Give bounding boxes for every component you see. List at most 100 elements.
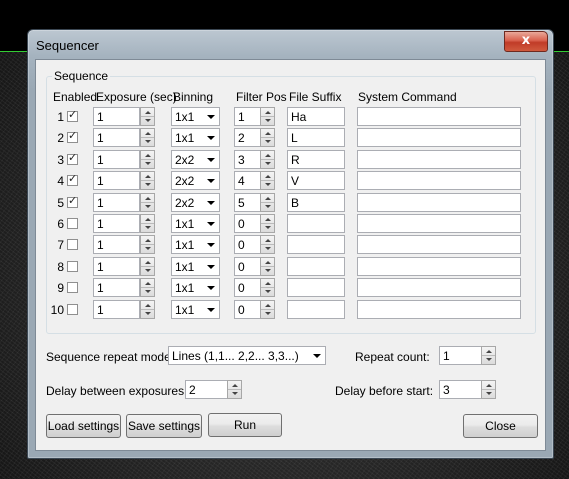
delay-start-field[interactable]: 3 bbox=[439, 380, 484, 399]
enabled-checkbox[interactable] bbox=[67, 239, 78, 250]
spin-down-icon[interactable] bbox=[145, 183, 151, 186]
filter-pos-field[interactable]: 2 bbox=[234, 128, 261, 147]
enabled-checkbox[interactable]: ✓ bbox=[67, 172, 78, 186]
filter-pos-field[interactable]: 0 bbox=[234, 235, 261, 254]
enabled-checkbox[interactable]: ✓ bbox=[67, 108, 78, 122]
spin-up-icon[interactable] bbox=[145, 282, 151, 285]
system-command-field[interactable] bbox=[357, 107, 521, 126]
exposure-field[interactable]: 1 bbox=[93, 214, 140, 233]
enabled-checkbox[interactable]: ✓ bbox=[67, 129, 78, 143]
filter-pos-spinner[interactable] bbox=[260, 278, 275, 297]
spin-down-icon[interactable] bbox=[145, 119, 151, 122]
dropdown-button[interactable] bbox=[203, 109, 218, 124]
dropdown-button[interactable] bbox=[309, 348, 324, 363]
spin-up-icon[interactable] bbox=[145, 132, 151, 135]
spin-down-icon[interactable] bbox=[232, 392, 238, 395]
spin-up-icon[interactable] bbox=[265, 154, 271, 157]
exposure-spinner[interactable] bbox=[140, 128, 155, 147]
spin-up-icon[interactable] bbox=[145, 154, 151, 157]
exposure-spinner[interactable] bbox=[140, 235, 155, 254]
dropdown-button[interactable] bbox=[203, 237, 218, 252]
exposure-spinner[interactable] bbox=[140, 257, 155, 276]
spin-down-icon[interactable] bbox=[145, 312, 151, 315]
spin-up-icon[interactable] bbox=[265, 197, 271, 200]
filter-pos-spinner[interactable] bbox=[260, 257, 275, 276]
repeat-mode-select[interactable]: Lines (1,1... 2,2... 3,3...) bbox=[168, 346, 326, 365]
file-suffix-field[interactable] bbox=[287, 214, 345, 233]
exposure-field[interactable]: 1 bbox=[93, 193, 140, 212]
spin-up-icon[interactable] bbox=[145, 261, 151, 264]
exposure-field[interactable]: 1 bbox=[93, 107, 140, 126]
spin-down-icon[interactable] bbox=[265, 119, 271, 122]
delay-between-spinner[interactable] bbox=[227, 380, 242, 399]
system-command-field[interactable] bbox=[357, 150, 521, 169]
binning-select[interactable]: 1x1 bbox=[171, 257, 220, 276]
spin-down-icon[interactable] bbox=[265, 183, 271, 186]
file-suffix-field[interactable] bbox=[287, 300, 345, 319]
exposure-spinner[interactable] bbox=[140, 300, 155, 319]
spin-up-icon[interactable] bbox=[486, 350, 492, 353]
dropdown-button[interactable] bbox=[203, 302, 218, 317]
filter-pos-spinner[interactable] bbox=[260, 171, 275, 190]
exposure-spinner[interactable] bbox=[140, 171, 155, 190]
filter-pos-spinner[interactable] bbox=[260, 193, 275, 212]
exposure-spinner[interactable] bbox=[140, 214, 155, 233]
file-suffix-field[interactable] bbox=[287, 278, 345, 297]
filter-pos-spinner[interactable] bbox=[260, 128, 275, 147]
file-suffix-field[interactable] bbox=[287, 235, 345, 254]
spin-up-icon[interactable] bbox=[265, 239, 271, 242]
spin-down-icon[interactable] bbox=[265, 205, 271, 208]
dropdown-button[interactable] bbox=[203, 259, 218, 274]
repeat-count-spinner[interactable] bbox=[481, 346, 496, 365]
exposure-field[interactable]: 1 bbox=[93, 150, 140, 169]
spin-down-icon[interactable] bbox=[486, 392, 492, 395]
spin-down-icon[interactable] bbox=[145, 226, 151, 229]
exposure-field[interactable]: 1 bbox=[93, 171, 140, 190]
spin-down-icon[interactable] bbox=[145, 290, 151, 293]
load-settings-button[interactable]: Load settings bbox=[46, 414, 121, 438]
spin-up-icon[interactable] bbox=[145, 175, 151, 178]
repeat-count-field[interactable]: 1 bbox=[439, 346, 484, 365]
spin-up-icon[interactable] bbox=[145, 304, 151, 307]
system-command-field[interactable] bbox=[357, 171, 521, 190]
spin-up-icon[interactable] bbox=[265, 218, 271, 221]
enabled-checkbox[interactable]: ✓ bbox=[67, 151, 78, 165]
enabled-checkbox[interactable] bbox=[67, 218, 78, 229]
filter-pos-field[interactable]: 0 bbox=[234, 214, 261, 233]
binning-select[interactable]: 1x1 bbox=[171, 107, 220, 126]
filter-pos-field[interactable]: 3 bbox=[234, 150, 261, 169]
filter-pos-spinner[interactable] bbox=[260, 107, 275, 126]
save-settings-button[interactable]: Save settings bbox=[126, 414, 202, 438]
binning-select[interactable]: 1x1 bbox=[171, 278, 220, 297]
dropdown-button[interactable] bbox=[203, 152, 218, 167]
binning-select[interactable]: 1x1 bbox=[171, 128, 220, 147]
spin-up-icon[interactable] bbox=[232, 384, 238, 387]
file-suffix-field[interactable]: R bbox=[287, 150, 345, 169]
filter-pos-field[interactable]: 0 bbox=[234, 257, 261, 276]
file-suffix-field[interactable]: Ha bbox=[287, 107, 345, 126]
enabled-checkbox[interactable]: ✓ bbox=[67, 194, 78, 208]
spin-up-icon[interactable] bbox=[265, 261, 271, 264]
dropdown-button[interactable] bbox=[203, 216, 218, 231]
file-suffix-field[interactable]: B bbox=[287, 193, 345, 212]
exposure-field[interactable]: 1 bbox=[93, 257, 140, 276]
spin-up-icon[interactable] bbox=[265, 304, 271, 307]
window-close-icon[interactable]: x bbox=[504, 31, 548, 52]
spin-down-icon[interactable] bbox=[145, 247, 151, 250]
exposure-spinner[interactable] bbox=[140, 278, 155, 297]
system-command-field[interactable] bbox=[357, 235, 521, 254]
enabled-checkbox[interactable] bbox=[67, 282, 78, 293]
filter-pos-spinner[interactable] bbox=[260, 214, 275, 233]
spin-up-icon[interactable] bbox=[265, 111, 271, 114]
file-suffix-field[interactable]: L bbox=[287, 128, 345, 147]
binning-select[interactable]: 1x1 bbox=[171, 300, 220, 319]
filter-pos-spinner[interactable] bbox=[260, 235, 275, 254]
spin-down-icon[interactable] bbox=[486, 358, 492, 361]
system-command-field[interactable] bbox=[357, 214, 521, 233]
spin-down-icon[interactable] bbox=[145, 140, 151, 143]
delay-start-spinner[interactable] bbox=[481, 380, 496, 399]
spin-up-icon[interactable] bbox=[486, 384, 492, 387]
filter-pos-field[interactable]: 1 bbox=[234, 107, 261, 126]
spin-down-icon[interactable] bbox=[265, 247, 271, 250]
enabled-checkbox[interactable] bbox=[67, 261, 78, 272]
